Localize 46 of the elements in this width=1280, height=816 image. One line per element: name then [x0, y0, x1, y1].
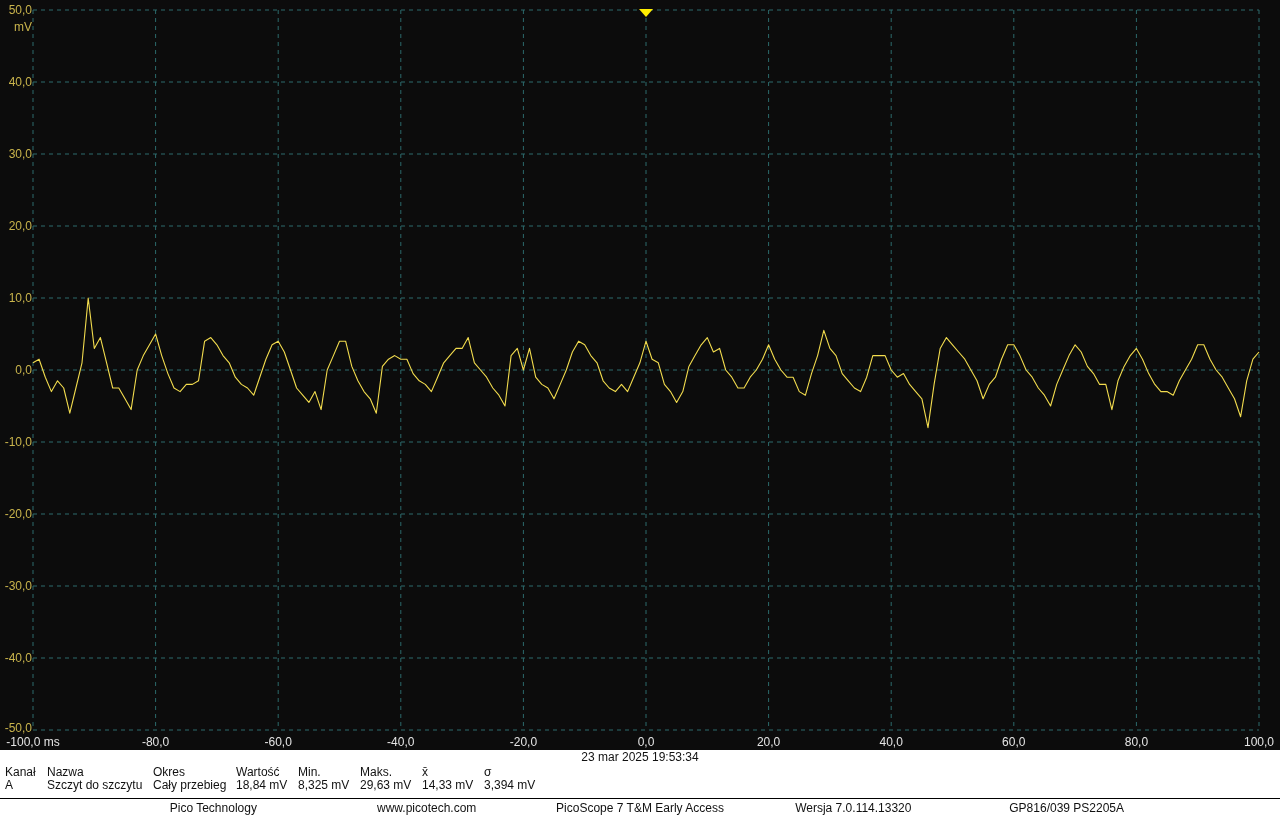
column-header: Kanał — [5, 766, 37, 779]
table-cell-text: 29,63 mV — [360, 779, 413, 792]
y-axis-label: -20,0 — [4, 507, 32, 521]
y-axis-label: 50,0 — [8, 3, 32, 17]
x-axis-label: -80,0 — [141, 735, 170, 749]
table-cell-text: Szczyt do szczytu — [47, 779, 144, 792]
axis-unit-label: mV — [14, 20, 32, 34]
y-axis-label: 0,0 — [15, 363, 32, 377]
column-header: σ — [484, 766, 493, 779]
column-header: Nazwa — [47, 766, 85, 779]
capture-timestamp: 23 mar 2025 19:53:34 — [581, 750, 699, 765]
device-label: GP816/039 PS2205A — [1009, 800, 1125, 815]
website-address: www.picotech.com — [376, 800, 477, 815]
y-axis-label: 40,0 — [8, 75, 32, 89]
table-cell-text: 18,84 mV — [236, 779, 289, 792]
x-axis-label: 100,0 — [1244, 735, 1274, 749]
column-header: x̄ — [422, 766, 429, 779]
x-axis-label: -60,0 — [264, 735, 292, 749]
x-axis-label: 0,0 — [637, 735, 655, 749]
column-header: Okres — [153, 766, 186, 779]
y-axis-label: -50,0 — [4, 721, 32, 735]
x-axis-label: 40,0 — [879, 735, 903, 749]
column-header: Maks. — [360, 766, 393, 779]
company-name: Pico Technology — [169, 800, 257, 815]
table-cell-text: 14,33 mV — [422, 779, 475, 792]
product-name: PicoScope 7 T&M Early Access — [556, 800, 724, 815]
table-cell-text: 8,325 mV — [298, 779, 351, 792]
y-axis-label: 30,0 — [8, 147, 32, 161]
version-label: Wersja 7.0.114.13320 — [795, 800, 912, 815]
y-axis-label: -40,0 — [4, 651, 32, 665]
y-axis-label: 20,0 — [8, 219, 32, 233]
y-axis-label: 10,0 — [8, 291, 32, 305]
y-axis-label: -30,0 — [4, 579, 32, 593]
x-axis-label: 20,0 — [756, 735, 781, 749]
table-cell-text: A — [5, 779, 14, 792]
table-cell-text: Cały przebieg — [153, 779, 228, 792]
y-axis-label: -10,0 — [4, 435, 32, 449]
column-header: Wartość — [236, 766, 281, 779]
x-axis-label: 60,0 — [1002, 735, 1026, 749]
x-axis-label: 80,0 — [1124, 735, 1149, 749]
column-header: Min. — [298, 766, 322, 779]
x-axis-label: -40,0 — [387, 735, 415, 749]
x-axis-label: -20,0 — [509, 735, 538, 749]
table-cell-text: 3,394 mV — [484, 779, 537, 792]
x-axis-label: -100,0 ms — [6, 735, 60, 749]
trigger-marker-icon[interactable] — [639, 9, 653, 17]
